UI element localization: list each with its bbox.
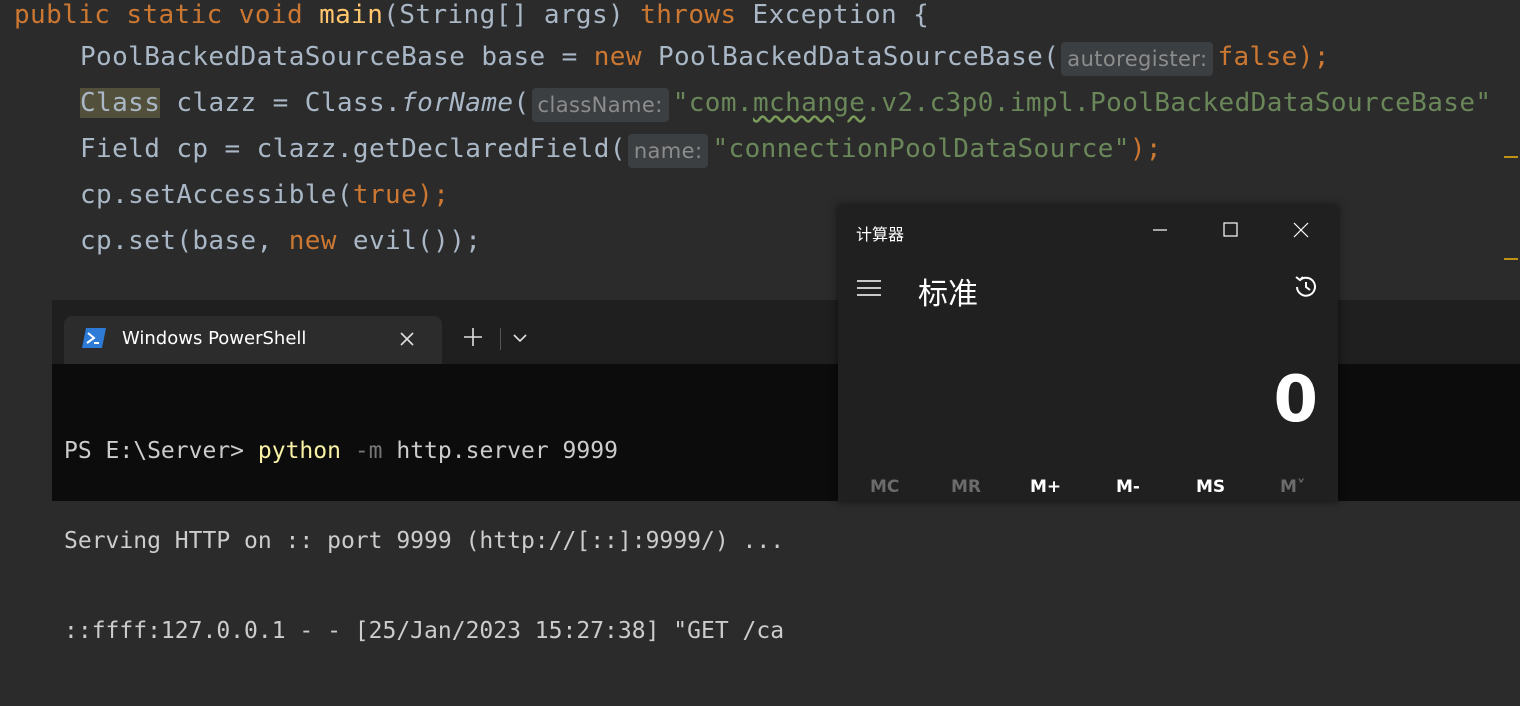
memory-button-m[interactable]: M- [1116, 477, 1140, 497]
terminal-output[interactable]: PS E:\Server> python -m http.server 9999… [64, 376, 784, 706]
kw-static: static [126, 0, 223, 30]
method-name: main [319, 0, 384, 30]
calculator-mode-title: 标准 [918, 277, 978, 312]
param-hint-name: name: [627, 134, 709, 168]
string-rest: .v2.c3p0.impl.PoolBackedDataSourceBase" [865, 88, 1492, 118]
params: (String[] args) [383, 0, 625, 30]
maximize-icon[interactable] [1210, 215, 1250, 245]
code-line-4[interactable]: Field cp = clazz.getDeclaredField(name: "… [80, 134, 1162, 178]
ctor-text: PoolBackedDataSourceBase( [657, 42, 1060, 72]
ps-args: http.server 9999 [382, 438, 618, 464]
param-hint-autoregister: autoregister: [1061, 42, 1214, 76]
class-keyword-highlight: Class [80, 88, 161, 118]
history-icon[interactable] [1292, 273, 1320, 301]
warning-marker[interactable] [1504, 156, 1518, 158]
calculator-title: 计算器 [856, 225, 905, 244]
open-paren: ( [513, 88, 530, 118]
memory-button-m[interactable]: M˅ [1280, 477, 1305, 497]
calculator-display: 0 [1273, 363, 1318, 437]
param-hint-classname: className: [531, 88, 669, 122]
code-line-3[interactable]: Class clazz = Class.forName(className: "c… [80, 88, 1491, 132]
kw-throws: throws [640, 0, 737, 30]
kw-new: new [272, 226, 337, 256]
decl-text: PoolBackedDataSourceBase base = [80, 42, 594, 72]
field-name-string: "connectionPoolDataSource" [712, 134, 1130, 164]
terminal-line-1: PS E:\Server> python -m http.server 9999 [64, 436, 784, 466]
kw-void: void [238, 0, 303, 30]
statement-end: ); [1129, 134, 1162, 164]
code-line-6[interactable]: cp.set(base, new evil()); [80, 226, 481, 270]
memory-button-mc[interactable]: MC [870, 477, 899, 497]
field-decl-text: Field cp = clazz.getDeclaredField( [80, 134, 626, 164]
code-line-2[interactable]: PoolBackedDataSourceBase base = new Pool… [80, 42, 1330, 86]
calculator-window[interactable]: 计算器 标准 0 MC MR M+ M- MS M˅ [838, 205, 1338, 501]
memory-button-ms[interactable]: MS [1196, 477, 1225, 497]
chevron-down-icon[interactable] [512, 332, 528, 344]
terminal-tab[interactable]: Windows PowerShell [64, 316, 442, 364]
memory-button-m[interactable]: M+ [1030, 477, 1061, 497]
warning-marker[interactable] [1504, 258, 1518, 260]
terminal-tab-title: Windows PowerShell [122, 328, 307, 349]
exception-text: Exception { [752, 0, 930, 30]
close-icon[interactable] [398, 330, 416, 348]
evil-call: evil()); [336, 226, 482, 256]
memory-button-mr[interactable]: MR [951, 477, 981, 497]
hamburger-menu-icon[interactable] [856, 279, 882, 297]
kw-public: public [14, 0, 111, 30]
code-line-5[interactable]: cp.setAccessible(true); [80, 180, 449, 224]
statement-end: ); [417, 180, 450, 210]
terminal-line-2: Serving HTTP on :: port 9999 (http://[::… [64, 528, 785, 554]
ps-prompt: PS E:\Server> [64, 438, 258, 464]
ps-command: python [257, 438, 341, 464]
minimize-icon[interactable] [1140, 215, 1180, 245]
tab-divider [500, 328, 501, 350]
terminal-line-3: ::ffff:127.0.0.1 - - [25/Jan/2023 15:27:… [64, 618, 785, 644]
close-icon[interactable] [1281, 215, 1321, 245]
string-mchange: mchange [752, 88, 866, 118]
set-text: cp.set(base, [80, 226, 273, 256]
kw-false: false [1217, 42, 1298, 72]
plus-icon[interactable] [462, 326, 484, 348]
ps-flag: -m [340, 438, 383, 464]
powershell-icon [82, 328, 106, 348]
string-prefix: "com. [672, 88, 753, 118]
kw-new: new [593, 42, 642, 72]
assign-text: clazz = Class. [160, 88, 402, 118]
set-accessible-text: cp.setAccessible( [80, 180, 353, 210]
kw-true: true [352, 180, 418, 210]
statement-end: ); [1297, 42, 1330, 72]
forname-method: forName [401, 88, 514, 118]
code-line-1[interactable]: public static void main(String[] args) t… [14, 0, 929, 44]
